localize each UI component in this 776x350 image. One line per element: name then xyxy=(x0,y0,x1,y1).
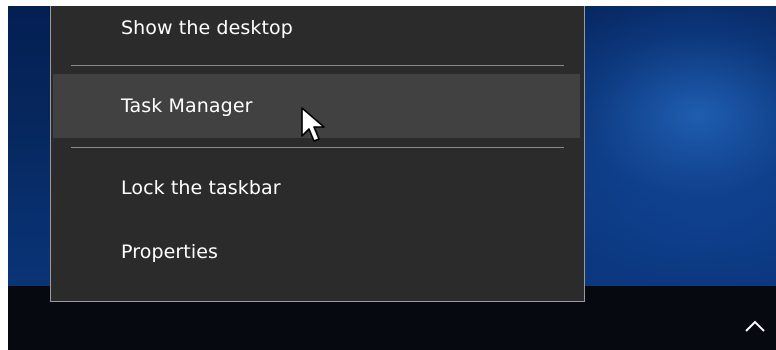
menu-item-show-desktop[interactable]: Show the desktop xyxy=(53,6,580,50)
taskbar-context-menu: Show the desktop Task Manager Lock the t… xyxy=(50,6,585,302)
chevron-up-icon[interactable] xyxy=(744,318,766,334)
menu-item-lock-taskbar[interactable]: Lock the taskbar xyxy=(53,156,580,220)
screen: Show the desktop Task Manager Lock the t… xyxy=(0,0,776,350)
menu-item-properties[interactable]: Properties xyxy=(53,220,580,284)
menu-item-label: Lock the taskbar xyxy=(121,177,281,199)
menu-item-label: Task Manager xyxy=(121,95,253,117)
mouse-pointer-icon xyxy=(301,107,325,142)
menu-separator xyxy=(71,147,564,148)
menu-item-label: Show the desktop xyxy=(121,17,293,39)
menu-separator xyxy=(71,65,564,66)
menu-item-label: Properties xyxy=(121,241,219,263)
